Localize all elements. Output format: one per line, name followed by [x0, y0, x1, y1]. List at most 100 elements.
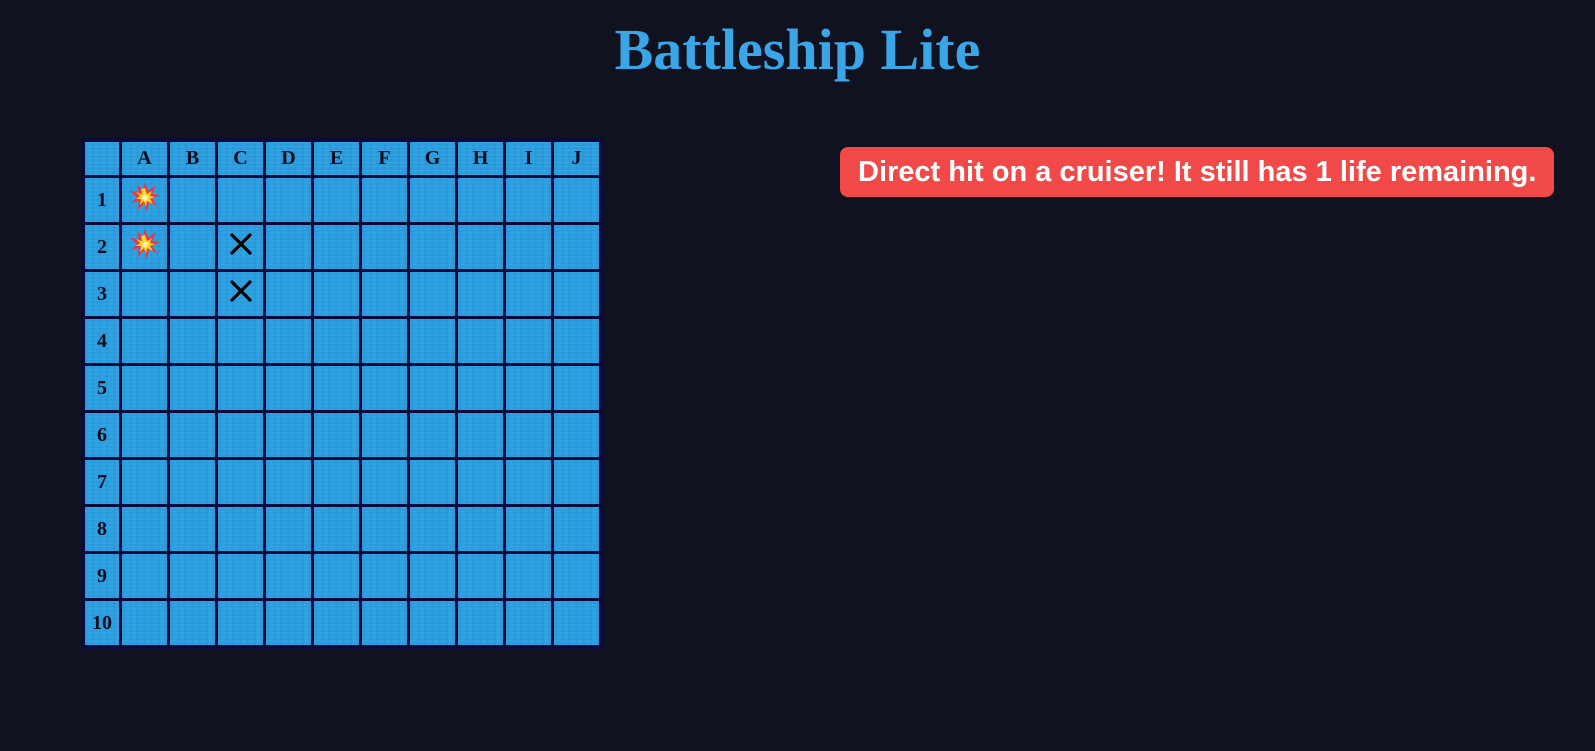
board-cell-h6[interactable] [455, 410, 506, 460]
board-cell-j1[interactable] [551, 175, 603, 225]
board-cell-a10[interactable] [119, 598, 170, 649]
board-cell-h3[interactable] [455, 269, 506, 319]
board-cell-g10[interactable] [407, 598, 458, 649]
board-cell-c7[interactable] [215, 457, 266, 507]
board-cell-g1[interactable] [407, 175, 458, 225]
board-cell-f5[interactable] [359, 363, 410, 413]
board-cell-c10[interactable] [215, 598, 266, 649]
board-cell-i3[interactable] [503, 269, 554, 319]
board-cell-f10[interactable] [359, 598, 410, 649]
board-cell-b10[interactable] [167, 598, 218, 649]
board-cell-h5[interactable] [455, 363, 506, 413]
board-cell-b8[interactable] [167, 504, 218, 554]
board-cell-g9[interactable] [407, 551, 458, 601]
board-cell-a5[interactable] [119, 363, 170, 413]
board-cell-h7[interactable] [455, 457, 506, 507]
board-cell-j8[interactable] [551, 504, 603, 554]
board-cell-g7[interactable] [407, 457, 458, 507]
board-cell-c6[interactable] [215, 410, 266, 460]
board-cell-i10[interactable] [503, 598, 554, 649]
board-cell-c2[interactable] [215, 222, 266, 272]
board-cell-i2[interactable] [503, 222, 554, 272]
board-cell-h9[interactable] [455, 551, 506, 601]
board-cell-f2[interactable] [359, 222, 410, 272]
board-cell-d3[interactable] [263, 269, 314, 319]
board-cell-h10[interactable] [455, 598, 506, 649]
board-cell-i7[interactable] [503, 457, 554, 507]
board-cell-i1[interactable] [503, 175, 554, 225]
board-cell-b4[interactable] [167, 316, 218, 366]
board-cell-a7[interactable] [119, 457, 170, 507]
board-cell-e3[interactable] [311, 269, 362, 319]
board-cell-a3[interactable] [119, 269, 170, 319]
board-cell-g3[interactable] [407, 269, 458, 319]
board-cell-d8[interactable] [263, 504, 314, 554]
board-cell-c1[interactable] [215, 175, 266, 225]
board-cell-g4[interactable] [407, 316, 458, 366]
board-cell-f6[interactable] [359, 410, 410, 460]
board-cell-a2[interactable] [119, 222, 170, 272]
board-cell-c5[interactable] [215, 363, 266, 413]
board-cell-a6[interactable] [119, 410, 170, 460]
board-cell-e9[interactable] [311, 551, 362, 601]
board-cell-d10[interactable] [263, 598, 314, 649]
board-cell-d1[interactable] [263, 175, 314, 225]
board-cell-i5[interactable] [503, 363, 554, 413]
board-cell-a4[interactable] [119, 316, 170, 366]
board-cell-e4[interactable] [311, 316, 362, 366]
board-cell-a1[interactable] [119, 175, 170, 225]
board-cell-b3[interactable] [167, 269, 218, 319]
board-cell-e1[interactable] [311, 175, 362, 225]
board-cell-c3[interactable] [215, 269, 266, 319]
board-cell-d2[interactable] [263, 222, 314, 272]
board-cell-a8[interactable] [119, 504, 170, 554]
board-cell-i4[interactable] [503, 316, 554, 366]
board-cell-i8[interactable] [503, 504, 554, 554]
board-cell-d6[interactable] [263, 410, 314, 460]
board-cell-a9[interactable] [119, 551, 170, 601]
board-cell-e10[interactable] [311, 598, 362, 649]
board-cell-j5[interactable] [551, 363, 603, 413]
board-cell-c8[interactable] [215, 504, 266, 554]
board-cell-b7[interactable] [167, 457, 218, 507]
board-cell-g2[interactable] [407, 222, 458, 272]
board-cell-f1[interactable] [359, 175, 410, 225]
board-cell-g8[interactable] [407, 504, 458, 554]
board-cell-j4[interactable] [551, 316, 603, 366]
board-cell-g6[interactable] [407, 410, 458, 460]
board-cell-b1[interactable] [167, 175, 218, 225]
board-cell-j10[interactable] [551, 598, 603, 649]
board-cell-d7[interactable] [263, 457, 314, 507]
board-cell-f9[interactable] [359, 551, 410, 601]
board-cell-j2[interactable] [551, 222, 603, 272]
board-cell-j9[interactable] [551, 551, 603, 601]
board-cell-e7[interactable] [311, 457, 362, 507]
board-cell-c4[interactable] [215, 316, 266, 366]
board-cell-h8[interactable] [455, 504, 506, 554]
board-cell-b6[interactable] [167, 410, 218, 460]
board-cell-b2[interactable] [167, 222, 218, 272]
board-cell-f4[interactable] [359, 316, 410, 366]
board-cell-h4[interactable] [455, 316, 506, 366]
board-cell-f7[interactable] [359, 457, 410, 507]
board-cell-i9[interactable] [503, 551, 554, 601]
board-cell-b9[interactable] [167, 551, 218, 601]
board-cell-d4[interactable] [263, 316, 314, 366]
board-cell-g5[interactable] [407, 363, 458, 413]
board-cell-j7[interactable] [551, 457, 603, 507]
board-cell-j3[interactable] [551, 269, 603, 319]
board-cell-d5[interactable] [263, 363, 314, 413]
board-cell-h1[interactable] [455, 175, 506, 225]
board-cell-f3[interactable] [359, 269, 410, 319]
board-cell-e5[interactable] [311, 363, 362, 413]
board-cell-e2[interactable] [311, 222, 362, 272]
board-cell-d9[interactable] [263, 551, 314, 601]
board-cell-j6[interactable] [551, 410, 603, 460]
board-cell-e8[interactable] [311, 504, 362, 554]
board-cell-c9[interactable] [215, 551, 266, 601]
board-cell-e6[interactable] [311, 410, 362, 460]
board-cell-h2[interactable] [455, 222, 506, 272]
board-cell-i6[interactable] [503, 410, 554, 460]
board-cell-f8[interactable] [359, 504, 410, 554]
board-cell-b5[interactable] [167, 363, 218, 413]
